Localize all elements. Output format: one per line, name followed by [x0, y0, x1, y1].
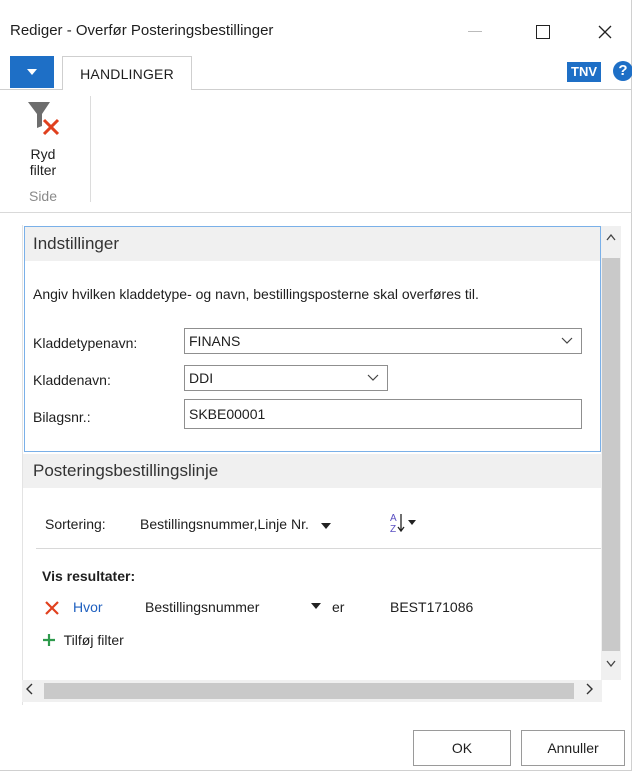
journal-template-label: Kladdetypenavn: — [33, 335, 138, 351]
filter-field-value: Bestillingsnummer — [145, 599, 260, 615]
results-label: Vis resultater: — [42, 568, 136, 584]
sort-ascending-icon: A Z — [390, 513, 416, 535]
close-icon — [598, 25, 612, 39]
filter-field-select[interactable]: Bestillingsnummer — [145, 599, 259, 615]
minimize-icon — [468, 31, 482, 32]
scroll-right-icon[interactable] — [586, 682, 593, 698]
chevron-left-icon — [26, 683, 33, 695]
tab-handlinger[interactable]: HANDLINGER — [62, 56, 192, 90]
minimize-button[interactable] — [452, 10, 498, 54]
scroll-up-icon[interactable] — [601, 230, 621, 250]
svg-text:Z: Z — [390, 524, 396, 534]
ribbon-body — [0, 90, 632, 213]
plus-icon — [43, 634, 55, 646]
vertical-scrollbar-thumb[interactable] — [602, 258, 620, 651]
chevron-down-icon — [561, 337, 573, 344]
sort-select[interactable]: Bestillingsnummer,Linje Nr. — [140, 516, 331, 532]
document-no-input[interactable]: SKBE00001 — [184, 399, 582, 429]
caret-down-icon — [320, 523, 331, 529]
cancel-button[interactable]: Annuller — [521, 730, 625, 766]
ribbon-group-label: Side — [28, 188, 58, 204]
clear-filter-icon — [28, 102, 60, 136]
document-no-label: Bilagsnr.: — [33, 409, 91, 425]
journal-batch-label: Kladdenavn: — [33, 372, 111, 388]
instruction-text: Angiv hvilken kladdetype- og navn, besti… — [33, 286, 479, 302]
sort-direction-button[interactable]: A Z — [389, 510, 417, 535]
chevron-down-icon — [606, 660, 616, 668]
scroll-left-icon[interactable] — [26, 682, 33, 698]
chevron-down-icon — [27, 69, 37, 75]
help-icon[interactable]: ? — [613, 61, 632, 81]
sort-value: Bestillingsnummer,Linje Nr. — [140, 516, 309, 532]
settings-title: Indstillinger — [33, 234, 119, 253]
filter-operator: er — [332, 599, 345, 615]
close-button[interactable] — [582, 10, 628, 54]
ribbon-menu-button[interactable] — [10, 56, 54, 88]
add-filter-label: Tilføj filter — [63, 632, 124, 648]
svg-text:A: A — [390, 513, 397, 524]
chevron-up-icon — [606, 233, 616, 241]
company-badge: TNV — [567, 62, 601, 82]
remove-filter-button[interactable] — [44, 600, 60, 616]
maximize-icon — [536, 25, 550, 39]
lines-title: Posteringsbestillingslinje — [33, 461, 219, 480]
filter-value-input[interactable]: BEST171086 — [390, 599, 473, 615]
sort-label: Sortering: — [45, 516, 106, 532]
clear-filter-label-line1: Ryd — [30, 146, 56, 162]
journal-template-select[interactable]: FINANS — [184, 328, 582, 354]
window-title: Rediger - Overfør Posteringsbestillinger — [10, 22, 274, 39]
filter-where-link[interactable]: Hvor — [73, 599, 103, 615]
add-filter-button[interactable]: Tilføj filter — [42, 632, 124, 648]
scroll-down-icon[interactable] — [601, 656, 621, 676]
journal-batch-value: DDI — [189, 370, 214, 386]
chevron-down-icon — [367, 374, 379, 381]
journal-batch-select[interactable]: DDI — [184, 365, 388, 391]
maximize-button[interactable] — [520, 10, 566, 54]
remove-icon — [45, 601, 59, 615]
chevron-right-icon — [586, 683, 593, 695]
lines-divider — [36, 548, 601, 549]
horizontal-scrollbar-thumb[interactable] — [44, 683, 574, 699]
ribbon-separator — [90, 96, 91, 202]
ok-button[interactable]: OK — [413, 730, 511, 766]
clear-filter-label-line2: filter — [29, 162, 57, 178]
clear-filter-label: Ryd filter — [18, 146, 68, 178]
caret-down-icon[interactable] — [311, 603, 321, 609]
journal-template-value: FINANS — [189, 333, 241, 349]
